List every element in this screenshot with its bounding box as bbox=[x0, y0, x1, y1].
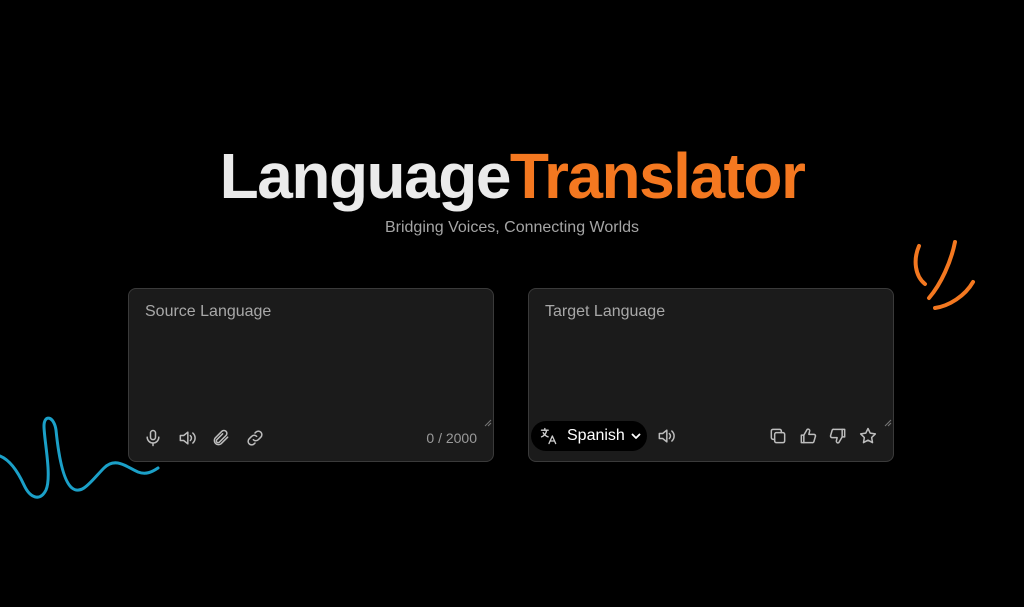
title-part-language: Language bbox=[219, 140, 512, 212]
target-panel: Spanish bbox=[528, 288, 894, 462]
chevron-down-icon bbox=[630, 430, 642, 442]
title-part-translator: Translator bbox=[509, 140, 806, 212]
target-text-output[interactable] bbox=[529, 289, 893, 429]
speaker-icon[interactable] bbox=[655, 425, 677, 447]
character-counter: 0 / 2000 bbox=[426, 430, 477, 446]
translate-icon bbox=[539, 426, 559, 446]
thumbs-down-icon[interactable] bbox=[827, 425, 849, 447]
link-icon[interactable] bbox=[244, 427, 266, 449]
page-title: LanguageTranslator bbox=[0, 138, 1024, 214]
page: LanguageTranslator Bridging Voices, Conn… bbox=[0, 0, 1024, 607]
microphone-icon[interactable] bbox=[142, 427, 164, 449]
target-toolbar: Spanish bbox=[529, 417, 893, 461]
thumbs-up-icon[interactable] bbox=[797, 425, 819, 447]
source-panel: 0 / 2000 bbox=[128, 288, 494, 462]
decorative-orange-strokes bbox=[913, 240, 975, 310]
page-subtitle: Bridging Voices, Connecting Worlds bbox=[384, 219, 640, 236]
copy-icon[interactable] bbox=[767, 425, 789, 447]
source-toolbar: 0 / 2000 bbox=[129, 417, 493, 461]
target-language-label: Spanish bbox=[567, 427, 625, 444]
speaker-icon[interactable] bbox=[176, 427, 198, 449]
star-icon[interactable] bbox=[857, 425, 879, 447]
source-text-input[interactable] bbox=[129, 289, 493, 429]
paperclip-icon[interactable] bbox=[210, 427, 232, 449]
target-language-select[interactable]: Spanish bbox=[531, 421, 647, 451]
